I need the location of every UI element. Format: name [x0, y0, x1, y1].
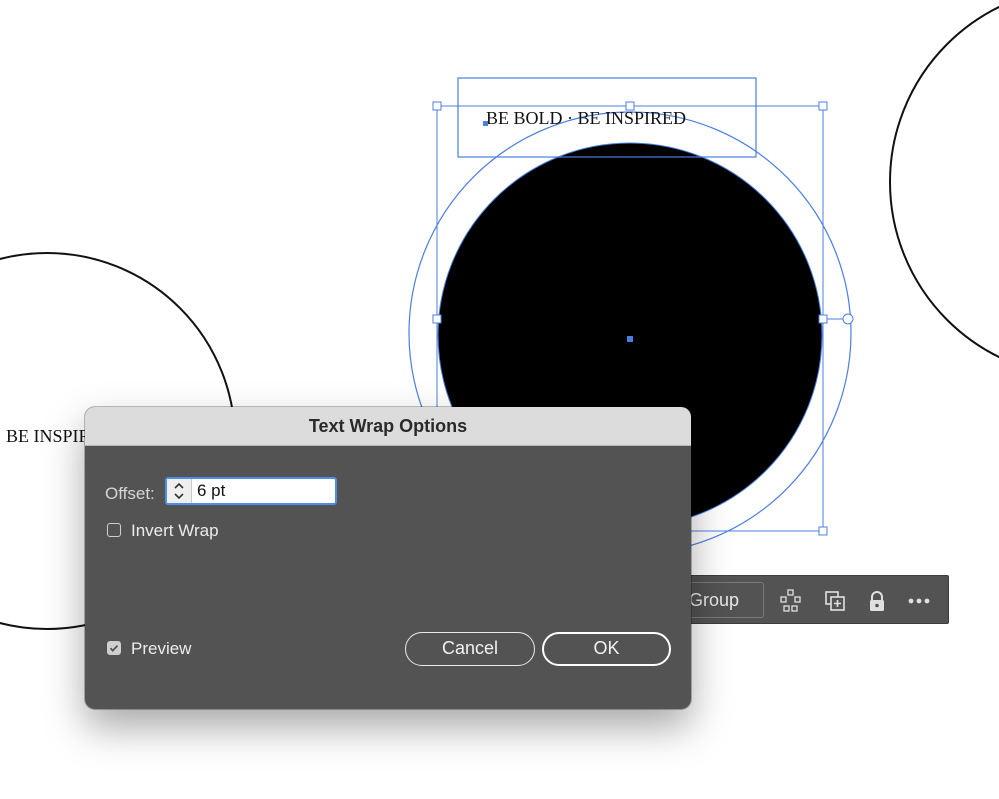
- handle-bottom-right[interactable]: [818, 526, 828, 536]
- invert-wrap-checkbox[interactable]: [107, 523, 121, 537]
- cancel-button[interactable]: Cancel: [405, 632, 535, 666]
- handle-middle-left[interactable]: [432, 314, 442, 324]
- invert-wrap-label[interactable]: Invert Wrap: [131, 521, 219, 541]
- handle-top-left[interactable]: [432, 101, 442, 111]
- offset-label: Offset:: [105, 484, 155, 503]
- more-options-icon[interactable]: [907, 589, 931, 613]
- rotate-handle[interactable]: [842, 313, 854, 325]
- cancel-button-label: Cancel: [441, 638, 499, 658]
- dialog-title: Text Wrap Options: [308, 416, 468, 436]
- duplicate-icon[interactable]: [823, 589, 847, 613]
- group-button-label: Group: [689, 590, 740, 610]
- preview-checkbox[interactable]: [107, 641, 121, 655]
- text-frame-anchor: [483, 121, 488, 126]
- circle-text: BE BOLD · BE INSPIRED: [486, 108, 686, 128]
- offset-field[interactable]: 6 pt: [165, 477, 337, 505]
- lock-icon[interactable]: [865, 589, 889, 613]
- ok-button-label: OK: [593, 638, 620, 658]
- preview-label[interactable]: Preview: [131, 639, 191, 659]
- dialog-titlebar[interactable]: Text Wrap Options: [85, 407, 691, 446]
- text-wrap-options-dialog: Text Wrap Options Offset: 6 pt Invert Wr…: [85, 407, 691, 709]
- checkmark-icon: [109, 644, 119, 652]
- handle-top-right[interactable]: [818, 101, 828, 111]
- ok-button[interactable]: OK: [542, 632, 671, 666]
- isolate-group-icon[interactable]: [779, 589, 803, 613]
- center-point: [627, 336, 633, 342]
- offset-value[interactable]: 6 pt: [197, 481, 225, 501]
- handle-top-center[interactable]: [625, 101, 635, 111]
- offset-stepper[interactable]: [167, 479, 192, 503]
- handle-middle-right[interactable]: [818, 314, 828, 324]
- stepper-arrows-icon[interactable]: [167, 479, 191, 503]
- outline-circle-right[interactable]: [889, 0, 999, 377]
